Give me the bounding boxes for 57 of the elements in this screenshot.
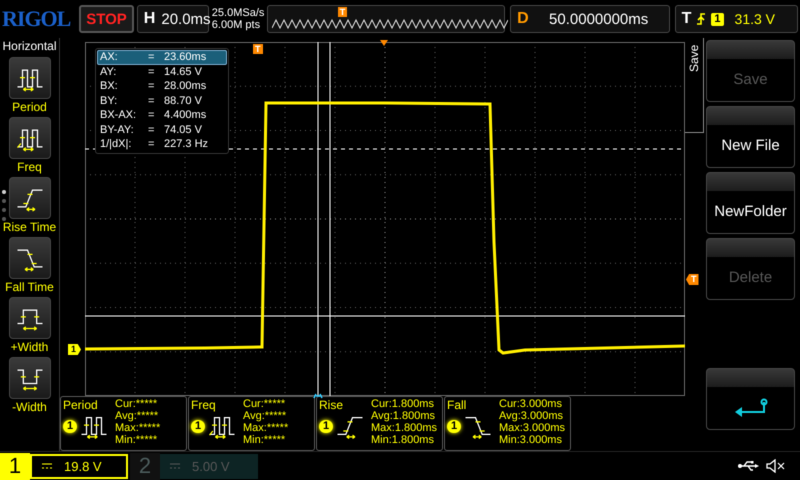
readout-row[interactable]: BX: = 28.00ms — [97, 79, 227, 94]
readout-row[interactable]: AX: = 23.60ms — [97, 50, 227, 64]
menu-title: Save — [687, 44, 701, 72]
statistic-text: Min:***** — [115, 434, 158, 446]
softkey-button[interactable]: New File — [706, 106, 795, 168]
statistic-text: Cur:3.000ms — [499, 398, 563, 410]
statistic-text: Cur:***** — [115, 398, 158, 410]
return-arrow-icon — [734, 398, 768, 418]
dc-coupling-icon — [42, 463, 52, 469]
statistic-text: Avg:1.800ms — [371, 410, 436, 422]
statistic-text: Cur:1.800ms — [371, 398, 435, 410]
statistic-text: Avg:***** — [115, 410, 160, 422]
measurement-name: Freq — [191, 398, 217, 412]
statistic-text: Cur:***** — [243, 398, 286, 410]
timebase-display[interactable]: H 20.0ms — [136, 5, 209, 33]
run-stop-button[interactable]: STOP — [79, 5, 134, 33]
measurement-name: Fall — [447, 398, 468, 412]
readout-row[interactable]: AY: = 14.65 V — [97, 64, 227, 79]
measurement-name: Period — [63, 398, 99, 412]
mute-icon — [766, 459, 786, 473]
channel-scale-display[interactable]: 19.8 V — [30, 454, 128, 478]
brand-logo: RIGOL — [2, 6, 72, 32]
statistic-text: Min:3.000ms — [499, 434, 563, 446]
channel-badge: 1 — [711, 12, 724, 26]
statistic-text: Max:1.800ms — [371, 422, 438, 434]
trigger-position-marker: T — [338, 7, 348, 17]
softkey-button[interactable]: NewFolder — [706, 172, 795, 234]
readout-row[interactable]: 1/|dX|: = 227.3 Hz — [97, 137, 227, 152]
back-button[interactable] — [706, 368, 795, 430]
usb-icon — [738, 461, 760, 471]
statistic-text: Min:***** — [243, 434, 286, 446]
trigger-display[interactable]: T 1 31.3 V — [674, 5, 798, 33]
statistic-text: Avg:3.000ms — [499, 410, 564, 422]
menu-title: Horizontal — [2, 39, 57, 53]
sample-rate: 25.0MSa/s — [212, 7, 264, 19]
statistic-text: Max:***** — [115, 422, 160, 434]
rising-edge-icon — [696, 12, 706, 26]
readout-row[interactable]: BY-AY: = 74.05 V — [97, 122, 227, 137]
statistic-text: Max:***** — [243, 422, 288, 434]
memory-depth: 6.00M pts — [212, 19, 262, 31]
statistic-text: Max:3.000ms — [499, 422, 566, 434]
source-badge: 1 — [447, 420, 462, 433]
dc-coupling-icon — [170, 463, 180, 469]
statistic-text: Avg:***** — [243, 410, 288, 422]
readout-row[interactable]: BX-AX: = 4.400ms — [97, 108, 227, 122]
source-badge: 1 — [63, 420, 78, 433]
trigger-position-marker: T — [253, 44, 262, 54]
channel-offset-marker[interactable]: 1 — [68, 344, 82, 355]
delay-marker-icon — [380, 40, 388, 46]
cursor-marker-icon — [313, 393, 323, 399]
measurement-name: Rise — [319, 398, 344, 412]
delay-display[interactable]: D 50.0000000ms — [510, 5, 670, 33]
source-badge: 1 — [319, 420, 334, 433]
readout-row[interactable]: BY: = 88.70 V — [97, 94, 227, 108]
statistic-text: Min:1.800ms — [371, 434, 435, 446]
source-badge: 1 — [191, 420, 206, 433]
channel-button[interactable]: 1 — [0, 452, 30, 480]
